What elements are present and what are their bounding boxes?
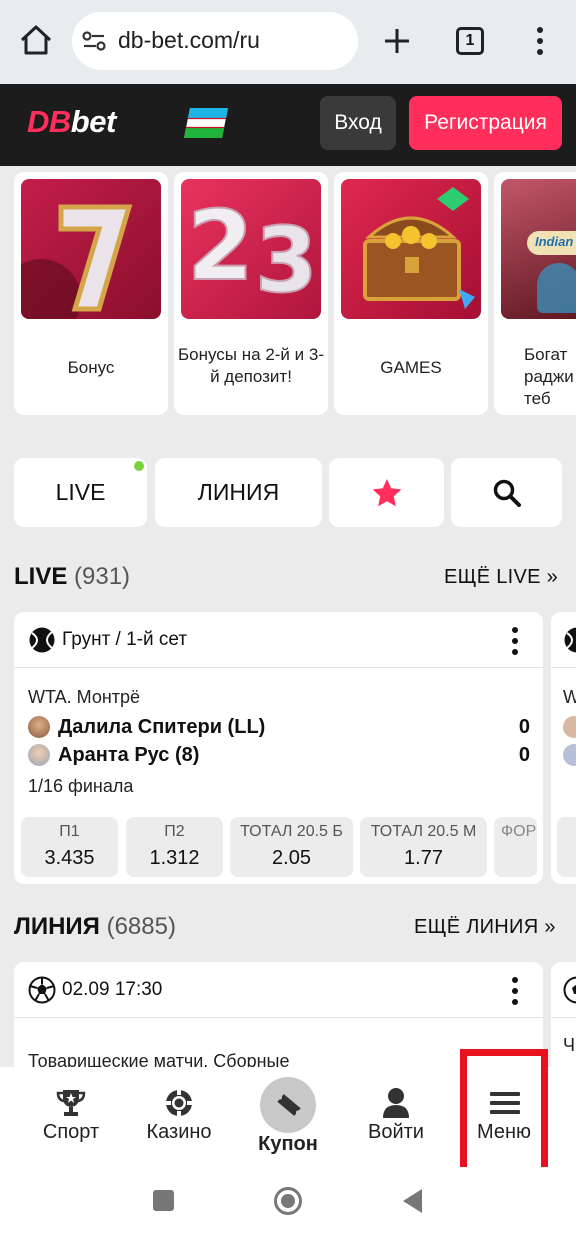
tennis-ball-icon xyxy=(564,627,576,653)
nav-label: Спорт xyxy=(42,1121,100,1143)
recent-apps-icon[interactable] xyxy=(153,1190,174,1211)
player-avatar xyxy=(563,744,576,766)
odd-value: 2.05 xyxy=(272,847,311,869)
live-event-card-next[interactable]: W xyxy=(551,612,576,884)
line-event-card-next[interactable]: Ч xyxy=(551,962,576,1082)
uzbekistan-flag-icon[interactable] xyxy=(184,108,228,138)
logo[interactable]: DBbet xyxy=(27,104,116,140)
login-button[interactable]: Вход xyxy=(320,96,396,150)
more-vertical-icon[interactable] xyxy=(530,26,550,56)
numbers-two-three-graphic: 2 3 xyxy=(186,189,319,314)
live-title-text: LIVE xyxy=(14,563,68,590)
promo-card-bonus[interactable]: Бонус xyxy=(14,172,168,415)
player-avatar xyxy=(28,744,50,766)
menu-highlight-box xyxy=(460,1049,548,1179)
tab-live[interactable]: LIVE xyxy=(14,458,147,527)
svg-text:2: 2 xyxy=(187,190,254,302)
league-name: W xyxy=(563,687,576,707)
player-score: 0 xyxy=(518,744,530,766)
odd-value: 1.312 xyxy=(149,847,200,869)
odd-value: 3.435 xyxy=(44,847,95,869)
odd-button[interactable] xyxy=(557,817,576,877)
promo-image-text: Indian xyxy=(535,234,574,249)
promo-card-deposit[interactable]: 2 3 Бонусы на 2-й и 3-й депозит! xyxy=(174,172,328,415)
odd-label: П1 xyxy=(59,823,80,840)
player-avatar xyxy=(28,716,50,738)
nav-casino[interactable]: Казино xyxy=(124,1067,234,1167)
register-button[interactable]: Регистрация xyxy=(409,96,562,150)
league-name: Ч xyxy=(563,1035,575,1055)
trophy-icon xyxy=(56,1090,86,1116)
url-text[interactable]: db-bet.com/ru xyxy=(118,27,260,54)
player-name: Далила Спитери (LL) xyxy=(58,716,266,738)
nav-coupon[interactable]: Купон xyxy=(233,1067,343,1167)
player-avatar xyxy=(563,716,576,738)
tennis-ball-icon xyxy=(29,627,55,653)
tab-search[interactable] xyxy=(451,458,562,527)
event-datetime: 02.09 17:30 xyxy=(62,979,163,1000)
odd-label: ФОР xyxy=(501,823,537,840)
nav-label: Купон xyxy=(258,1133,318,1155)
line-title-text: ЛИНИЯ xyxy=(14,913,100,940)
live-indicator-dot xyxy=(134,461,144,471)
svg-text:3: 3 xyxy=(255,208,318,313)
odd-button-p1[interactable]: П1 3.435 xyxy=(21,817,118,877)
promo-image: Indian xyxy=(501,179,576,319)
more-live-link[interactable]: ЕЩЁ LIVE » xyxy=(444,566,558,589)
casino-chip-icon xyxy=(166,1090,192,1116)
odd-button-p2[interactable]: П2 1.312 xyxy=(126,817,223,877)
odd-button-handicap[interactable]: ФОР xyxy=(494,817,537,877)
odd-label: ТОТАЛ 20.5 Б xyxy=(240,823,343,840)
line-count: (6885) xyxy=(106,913,176,940)
home-circle-icon[interactable] xyxy=(273,1186,303,1216)
star-icon xyxy=(372,478,401,506)
odd-label: ТОТАЛ 20.5 М xyxy=(370,823,477,840)
odd-button-total-under[interactable]: ТОТАЛ 20.5 М 1.77 xyxy=(360,817,487,877)
player-name: Аранта Рус (8) xyxy=(58,744,200,766)
odd-label: П2 xyxy=(164,823,185,840)
tab-switcher-button[interactable]: 1 xyxy=(456,27,484,55)
soccer-ball-icon xyxy=(563,976,576,1004)
site-settings-icon[interactable] xyxy=(82,30,106,52)
soccer-ball-icon xyxy=(28,976,56,1004)
promo-card-indian[interactable]: Indian Богат раджи теб xyxy=(494,172,576,415)
promo-card-games[interactable]: GAMES xyxy=(334,172,488,415)
new-tab-icon[interactable] xyxy=(383,27,411,55)
league-name: WTA. Монтрё xyxy=(28,687,141,707)
promo-image xyxy=(21,179,161,319)
nav-label: Войти xyxy=(368,1121,424,1143)
match-stage: 1/16 финала xyxy=(28,776,134,796)
line-section-title: ЛИНИЯ (6885) xyxy=(14,913,176,941)
treasure-chest-graphic xyxy=(363,187,475,309)
live-section-title: LIVE (931) xyxy=(14,563,130,591)
tab-favorites[interactable] xyxy=(329,458,444,527)
number-one-graphic xyxy=(21,204,133,319)
promo-image: 2 3 xyxy=(181,179,321,319)
promo-image xyxy=(341,179,481,319)
nav-login[interactable]: Войти xyxy=(341,1067,451,1167)
search-icon xyxy=(493,479,521,507)
more-line-link[interactable]: ЕЩЁ ЛИНИЯ » xyxy=(414,916,556,939)
nav-sport[interactable]: Спорт xyxy=(16,1067,126,1167)
user-icon xyxy=(383,1088,409,1118)
back-icon[interactable] xyxy=(402,1188,424,1214)
promo-caption: Богат раджи теб xyxy=(524,345,574,408)
promo-caption: GAMES xyxy=(380,358,442,377)
nav-label: Казино xyxy=(146,1121,212,1143)
odd-value: 1.77 xyxy=(404,847,443,869)
ticket-icon xyxy=(277,1094,301,1116)
odd-button-total-over[interactable]: ТОТАЛ 20.5 Б 2.05 xyxy=(230,817,353,877)
live-count: (931) xyxy=(74,563,131,590)
promo-caption: Бонус xyxy=(67,358,115,377)
promo-caption: Бонусы на 2-й и 3-й депозит! xyxy=(178,345,324,386)
player-score: 0 xyxy=(518,716,530,738)
sport-surface-label: Грунт / 1-й сет xyxy=(62,629,188,650)
card-options-icon[interactable] xyxy=(506,976,524,1006)
tab-line[interactable]: ЛИНИЯ xyxy=(155,458,322,527)
home-icon[interactable] xyxy=(18,22,54,58)
card-options-icon[interactable] xyxy=(506,626,524,656)
